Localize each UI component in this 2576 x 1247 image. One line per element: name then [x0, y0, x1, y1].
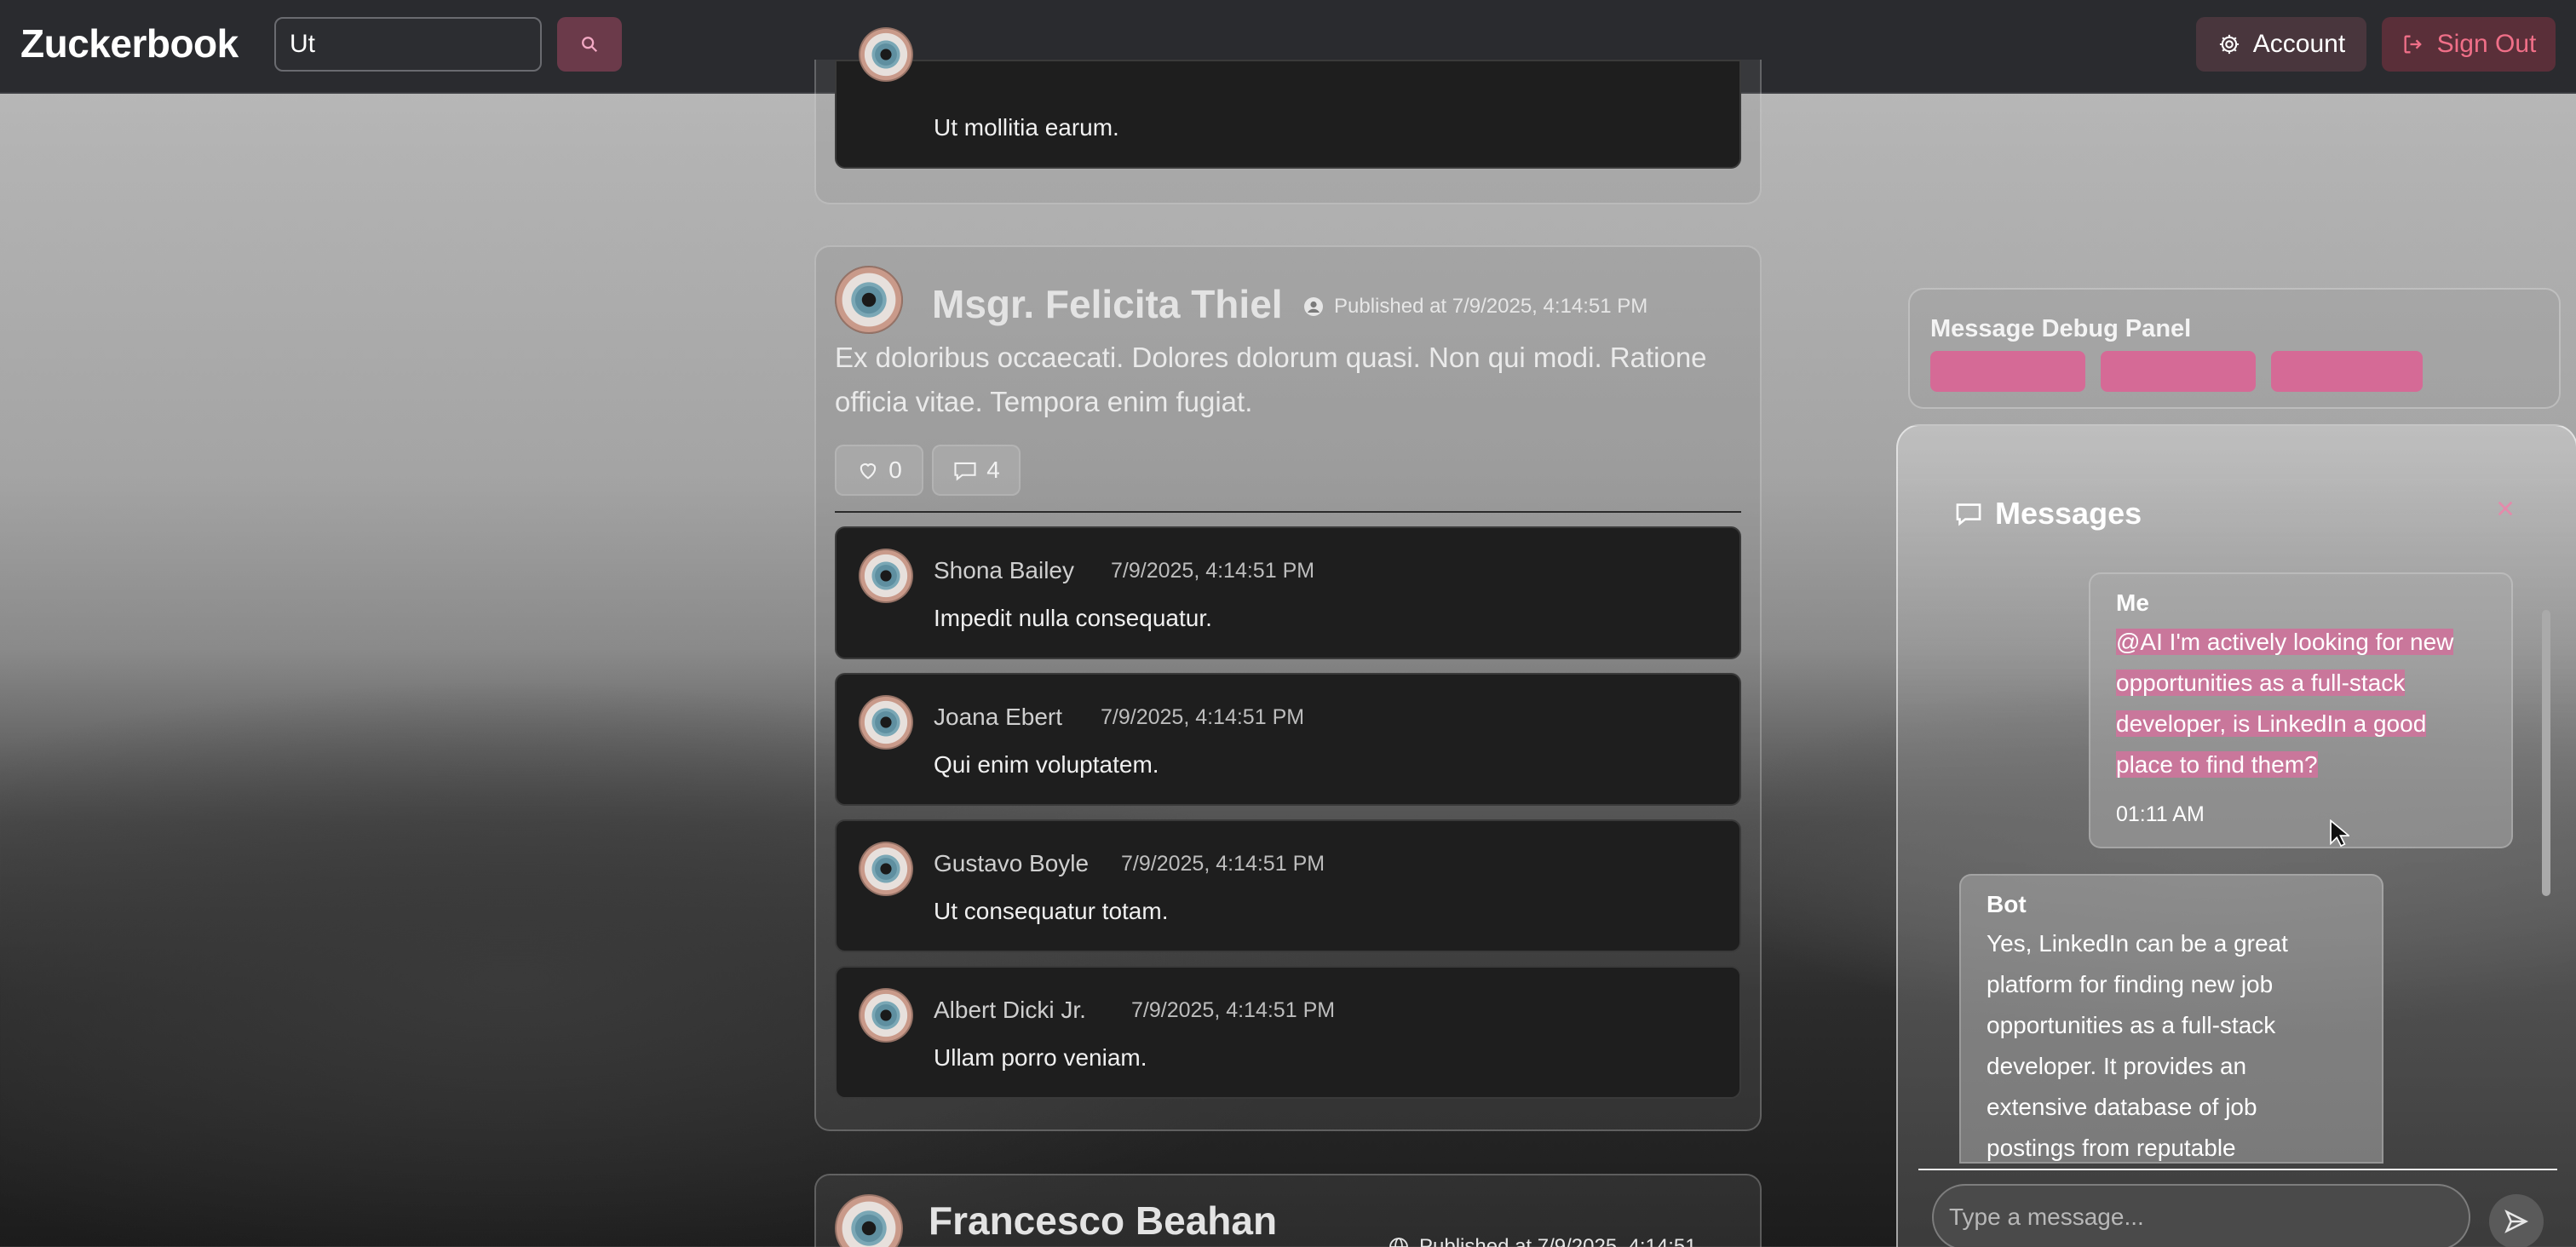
published-timestamp: Published at 7/9/2025, 4:14:51 PM: [1334, 295, 1648, 318]
search-icon: [580, 35, 599, 54]
comment-text: Ut consequatur totam.: [934, 898, 1169, 924]
messages-header: Messages: [1954, 496, 2142, 532]
account-label: Account: [2252, 30, 2346, 58]
message-line: postings from reputable: [1987, 1135, 2236, 1161]
post-body: Ex doloribus occaecati. Dolores dolorum …: [835, 342, 1707, 417]
divider: [835, 511, 1741, 513]
comment-text: Ut mollitia earum.: [934, 114, 1119, 141]
comment-author[interactable]: Shona Bailey: [934, 557, 1074, 584]
send-button[interactable]: [2489, 1194, 2544, 1247]
debug-button-1[interactable]: [1930, 351, 2085, 392]
post-published: Published at 7/9/2025, 4:14:51 PM: [1303, 295, 1647, 319]
comment-icon: [952, 458, 978, 482]
send-icon: [2504, 1209, 2529, 1234]
messages-panel: Messages Me @AI I'm actively looking for…: [1896, 424, 2576, 1247]
comment-card: Joana Ebert 7/9/2025, 4:14:51 PM Qui eni…: [835, 673, 1741, 806]
message-line: developer, is LinkedIn a good: [2116, 710, 2427, 737]
search-button[interactable]: [557, 17, 622, 72]
heart-icon: [856, 458, 880, 482]
message-line: opportunities as a full-stack: [2116, 669, 2406, 696]
chat-bubble-icon: [1954, 500, 1983, 527]
post-card: Msgr. Felicita Thiel Published at 7/9/20…: [814, 245, 1762, 1131]
post-author[interactable]: Francesco Beahan: [929, 1198, 1277, 1244]
gear-icon: [2217, 32, 2241, 56]
comment-card: Shona Bailey 7/9/2025, 4:14:51 PM Impedi…: [835, 526, 1741, 659]
message-text: @AI I'm actively looking for new opportu…: [2116, 622, 2454, 785]
avatar[interactable]: [859, 549, 913, 603]
message-line: Yes, LinkedIn can be a great: [1987, 930, 2288, 957]
message-input[interactable]: [1932, 1184, 2470, 1247]
comment-time: 7/9/2025, 4:14:51 PM: [1111, 559, 1315, 583]
comment-text: Impedit nulla consequatur.: [934, 605, 1212, 631]
search-input[interactable]: [274, 17, 542, 72]
comment-card: Albert Dicki Jr. 7/9/2025, 4:14:51 PM Ul…: [835, 966, 1741, 1099]
comment-author[interactable]: Joana Ebert: [934, 704, 1062, 731]
sign-out-label: Sign Out: [2436, 30, 2537, 58]
like-button[interactable]: 0: [835, 445, 923, 496]
messages-title: Messages: [1995, 496, 2142, 531]
avatar: [859, 27, 913, 82]
message-debug-panel: Message Debug Panel: [1908, 288, 2561, 409]
comment-count: 4: [986, 457, 1000, 483]
avatar[interactable]: [859, 842, 913, 896]
message-sender: Me: [2116, 589, 2149, 616]
message-bubble-me: Me @AI I'm actively looking for new oppo…: [2089, 572, 2513, 848]
message-line: platform for finding new job: [1987, 971, 2274, 997]
message-line: @AI I'm actively looking for new: [2116, 629, 2454, 655]
sign-out-icon: [2401, 32, 2425, 56]
message-sender: Bot: [1987, 891, 2027, 917]
author-avatar[interactable]: [835, 266, 903, 334]
post-card-previous: Ut mollitia earum.: [814, 27, 1762, 204]
user-circle-icon: [1303, 296, 1324, 317]
comments-button[interactable]: 4: [932, 445, 1021, 496]
comment-time: 7/9/2025, 4:14:51 PM: [1121, 852, 1325, 876]
like-count: 0: [888, 457, 902, 483]
avatar[interactable]: [859, 988, 913, 1043]
sign-out-button[interactable]: Sign Out: [2382, 17, 2556, 72]
comment-time: 7/9/2025, 4:14:51 PM: [1101, 705, 1305, 729]
compose-divider: [1918, 1169, 2557, 1170]
comment-author[interactable]: Gustavo Boyle: [934, 850, 1089, 877]
comment-text: Qui enim voluptatem.: [934, 751, 1159, 778]
account-button[interactable]: Account: [2196, 17, 2366, 72]
message-line: opportunities as a full-stack: [1987, 1012, 2276, 1038]
message-time: 01:11 AM: [2116, 802, 2205, 826]
comment-author[interactable]: Albert Dicki Jr.: [934, 997, 1086, 1024]
close-icon[interactable]: [2496, 499, 2515, 518]
debug-button-2[interactable]: [2101, 351, 2256, 392]
comment-time: 7/9/2025, 4:14:51 PM: [1131, 998, 1336, 1022]
message-line: extensive database of job: [1987, 1094, 2257, 1120]
author-avatar[interactable]: [835, 1194, 903, 1247]
post-published: Published at 7/9/2025, 4:14:51: [1389, 1235, 1697, 1247]
post-author[interactable]: Msgr. Felicita Thiel: [932, 281, 1283, 327]
message-bubble-bot: Bot Yes, LinkedIn can be a great platfor…: [1959, 874, 2383, 1164]
messages-scrollbar[interactable]: [2542, 610, 2550, 896]
comment-card: Gustavo Boyle 7/9/2025, 4:14:51 PM Ut co…: [835, 819, 1741, 952]
avatar[interactable]: [859, 695, 913, 750]
post-card-next: Francesco Beahan Published at 7/9/2025, …: [814, 1174, 1762, 1247]
message-line: developer. It provides an: [1987, 1053, 2247, 1079]
brand-logo[interactable]: Zuckerbook: [20, 20, 239, 66]
message-text: Yes, LinkedIn can be a great platform fo…: [1987, 923, 2288, 1162]
published-timestamp: Published at 7/9/2025, 4:14:51: [1419, 1235, 1697, 1247]
mouse-cursor-icon: [2329, 819, 2349, 848]
debug-panel-title: Message Debug Panel: [1930, 315, 2192, 342]
comment-text: Ullam porro veniam.: [934, 1044, 1147, 1071]
globe-icon: [1389, 1237, 1409, 1247]
debug-button-3[interactable]: [2271, 351, 2423, 392]
message-line: place to find them?: [2116, 751, 2318, 778]
comment-card: Ut mollitia earum.: [835, 27, 1741, 169]
